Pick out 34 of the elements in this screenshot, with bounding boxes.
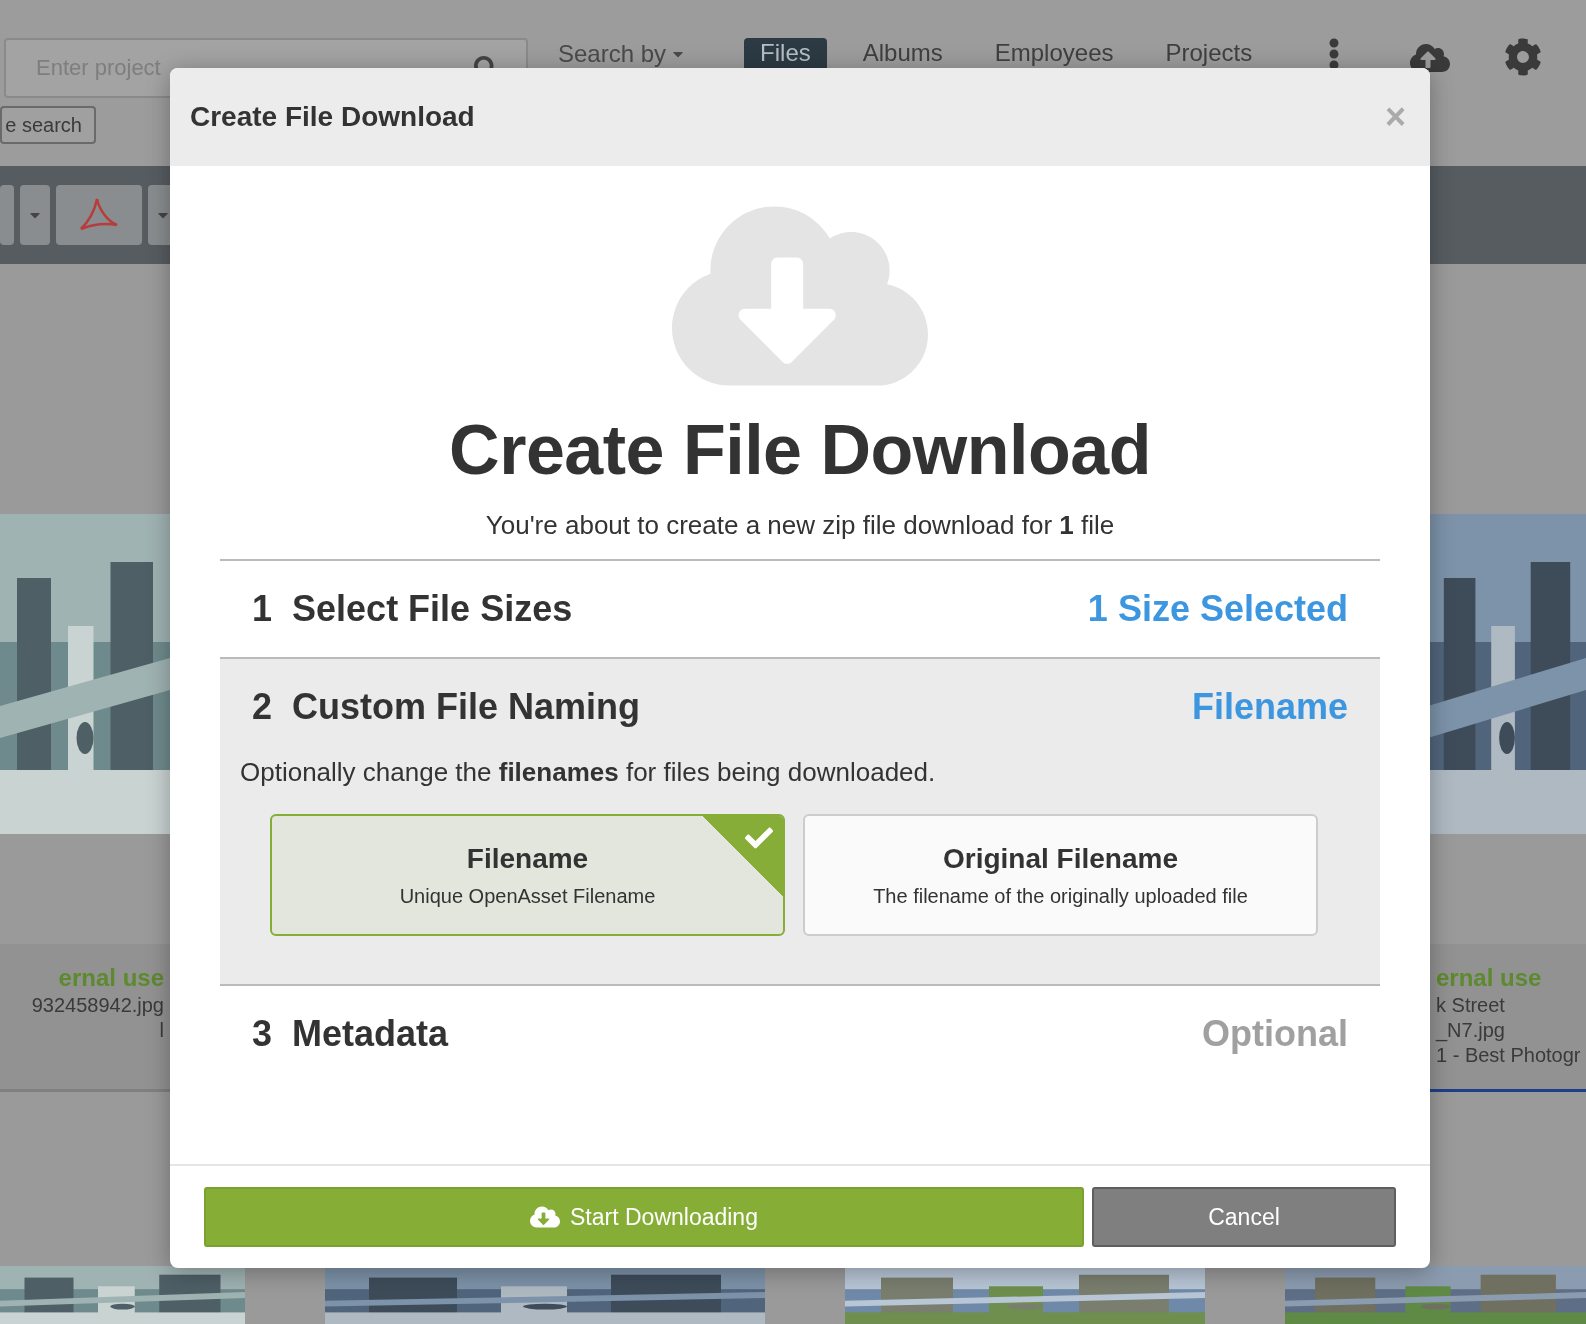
card-text: k Street <box>1436 994 1505 1017</box>
section-description: Optionally change the filenames for files being downloaded. <box>240 757 937 788</box>
dialog-heading: Create File Download <box>449 410 1151 490</box>
file-card[interactable]: ernal use k Street _N7.jpg 1 - Best Photogr <box>1428 944 1586 1092</box>
section-title[interactable]: 1 Select File Sizes <box>252 588 573 630</box>
option-description: The filename of the originally uploaded file <box>873 884 1248 908</box>
nav-tab[interactable]: Employees <box>978 38 1130 68</box>
nav-tab[interactable]: Projects <box>1149 38 1269 68</box>
section-status: 1 Size Selected <box>1087 588 1348 630</box>
nav-tab[interactable]: Albums <box>846 38 959 68</box>
settings-icon[interactable] <box>1504 38 1543 76</box>
card-text: 932458942.jpg <box>31 994 164 1017</box>
option-description: Unique OpenAsset Filename <box>399 884 656 908</box>
option-title: Filename <box>466 842 589 875</box>
naming-option[interactable]: Original Filename The filename of the originally uploaded file <box>803 814 1318 936</box>
card-text: 1 - Best Photogr <box>1436 1044 1581 1067</box>
dialog-title: Create File Download <box>190 101 475 133</box>
file-card[interactable]: ernal use 932458942.jpg l <box>0 944 170 1092</box>
section-title[interactable]: 2 Custom File Naming <box>252 686 641 728</box>
option-title: Original Filename <box>943 842 1178 875</box>
dialog-subtitle: You're about to create a new zip file download for 1 file <box>485 510 1115 541</box>
cancel-button[interactable]: Cancel <box>1092 1187 1396 1247</box>
download-button[interactable]: Start Downloading <box>204 1187 1084 1247</box>
card-text: l <box>159 1019 164 1042</box>
section-title[interactable]: 3 Metadata <box>252 1013 449 1055</box>
section-status: Filename <box>1191 686 1348 728</box>
section-status: Optional <box>1202 1013 1348 1055</box>
nav-tab[interactable]: Files <box>744 38 827 68</box>
card-text: _N7.jpg <box>1436 1019 1505 1042</box>
search-button[interactable]: e search <box>0 106 96 144</box>
naming-option[interactable]: Filename Unique OpenAsset Filename <box>270 814 785 936</box>
card-title: ernal use <box>1436 964 1542 992</box>
card-title: ernal use <box>58 964 164 992</box>
search-by-dropdown[interactable]: Search by <box>548 42 695 66</box>
